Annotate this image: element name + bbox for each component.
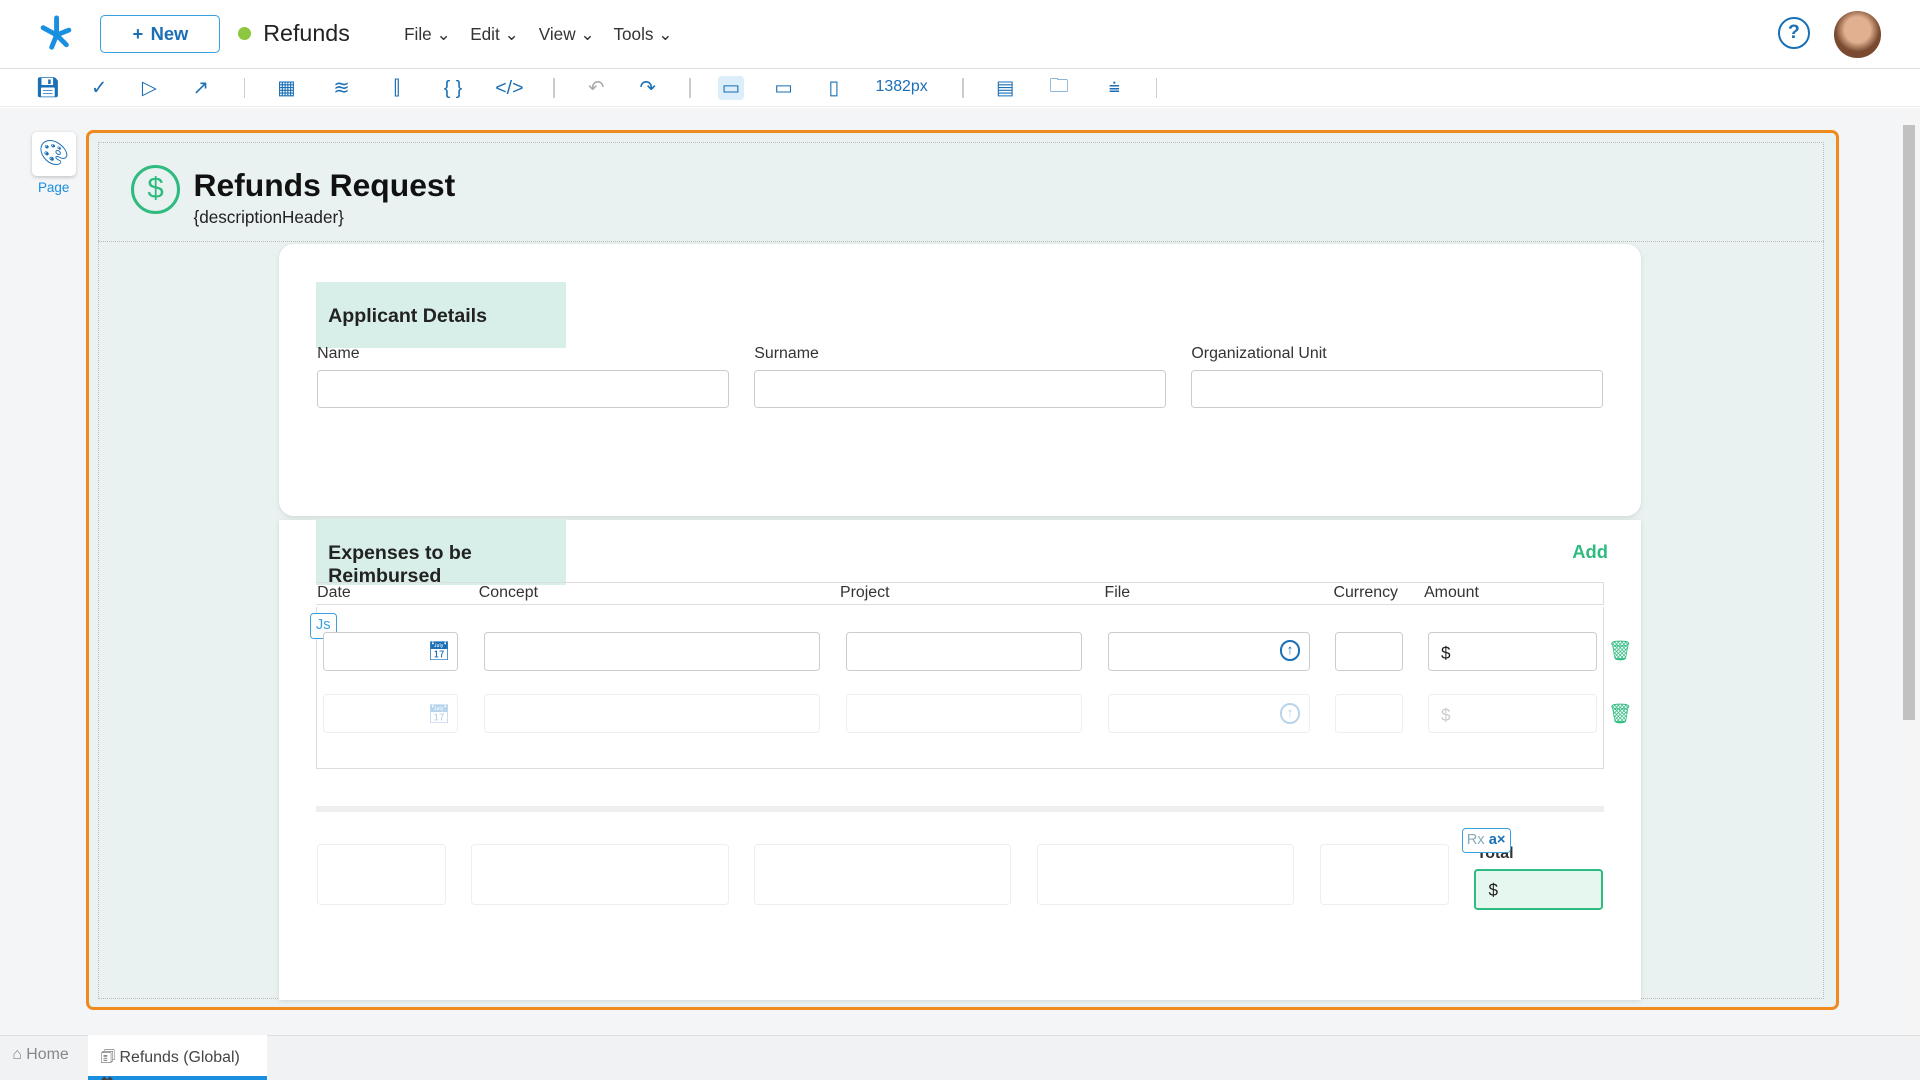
upload-icon: ↑ xyxy=(1279,702,1301,724)
org-unit-label: Organizational Unit xyxy=(1191,345,1327,363)
new-button[interactable]: + New xyxy=(100,14,221,53)
org-unit-input[interactable] xyxy=(1191,369,1603,408)
desktop-icon[interactable]: ▭ xyxy=(717,75,745,101)
rx-badge[interactable]: Rx a× xyxy=(1462,827,1511,854)
col-amount: Amount xyxy=(1424,584,1479,602)
delete-icon[interactable]: 🗑︎ xyxy=(1608,702,1633,726)
applicant-section-title: Applicant Details xyxy=(315,281,566,348)
col-currency: Currency xyxy=(1333,584,1398,602)
menu-view[interactable]: View ⌄ xyxy=(539,24,595,45)
layers-icon[interactable]: ≋ xyxy=(328,76,355,100)
tab-refunds-global[interactable]: 🗊 Refunds (Global) ✖ xyxy=(88,1034,267,1080)
export-icon[interactable]: ↗ xyxy=(187,76,214,100)
project-input[interactable] xyxy=(846,631,1083,671)
palette-icon[interactable]: 🎨︎ xyxy=(31,132,76,177)
add-button[interactable]: Add xyxy=(1572,541,1608,563)
name-input[interactable] xyxy=(317,369,729,408)
avatar[interactable] xyxy=(1834,11,1881,58)
header-layout-icon[interactable]: ▤ xyxy=(992,76,1019,100)
amount-input[interactable]: $ xyxy=(1427,631,1597,671)
calendar-icon: 📅︎ xyxy=(427,702,451,724)
bottom-tabs xyxy=(0,1034,1920,1080)
form-title: Refunds Request xyxy=(193,166,456,203)
data-icon[interactable]: ⫿ xyxy=(383,76,410,100)
surname-label: Surname xyxy=(754,345,819,363)
scrollbar[interactable] xyxy=(1897,107,1920,1035)
col-project: Project xyxy=(840,584,890,602)
col-file: File xyxy=(1104,584,1131,602)
app-title: Refunds xyxy=(263,19,350,46)
delete-icon[interactable]: 🗑︎ xyxy=(1608,639,1633,663)
folder-layout-icon[interactable]: 🗀︎ xyxy=(1046,75,1073,100)
calendar-icon[interactable]: 📅︎ xyxy=(427,640,450,662)
components-icon[interactable]: ▦ xyxy=(273,76,300,100)
align-icon[interactable]: ⩧ xyxy=(1101,76,1128,100)
menu-tools[interactable]: Tools ⌄ xyxy=(613,24,672,45)
surname-input[interactable] xyxy=(754,369,1166,408)
mobile-icon[interactable]: ▯ xyxy=(820,76,847,100)
menu-edit[interactable]: Edit ⌄ xyxy=(470,24,519,45)
expenses-section-title: Expenses to be Reimbursed xyxy=(315,519,566,587)
tab-home[interactable]: ⌂ Home xyxy=(12,1046,68,1064)
divider xyxy=(315,805,1605,812)
width-readout: 1382px xyxy=(875,78,928,96)
form-subtitle: {descriptionHeader} xyxy=(193,206,344,227)
col-concept: Concept xyxy=(478,584,539,602)
name-label: Name xyxy=(317,345,360,363)
menu-file[interactable]: File ⌄ xyxy=(404,24,451,45)
redo-icon[interactable]: ↷ xyxy=(634,76,661,100)
braces-icon[interactable]: { } xyxy=(440,76,467,100)
app-logo-icon[interactable] xyxy=(37,13,76,52)
tablet-icon[interactable]: ▭ xyxy=(770,76,797,100)
save-icon[interactable]: 💾︎ xyxy=(34,76,61,100)
col-date: Date xyxy=(317,584,351,602)
check-icon[interactable]: ✓ xyxy=(86,76,113,100)
dollar-icon: $ xyxy=(131,165,180,215)
plus-icon: + xyxy=(132,22,144,44)
undo-icon[interactable]: ↶ xyxy=(583,76,610,100)
code-icon[interactable]: </> xyxy=(495,76,523,100)
help-icon[interactable]: ? xyxy=(1777,17,1810,49)
total-input[interactable]: $ xyxy=(1474,869,1603,910)
play-icon[interactable]: ▷ xyxy=(136,76,163,100)
concept-input[interactable] xyxy=(483,631,821,671)
page-label: Page xyxy=(37,180,70,195)
close-icon: ✖ xyxy=(100,1075,113,1080)
currency-input[interactable] xyxy=(1334,631,1404,671)
